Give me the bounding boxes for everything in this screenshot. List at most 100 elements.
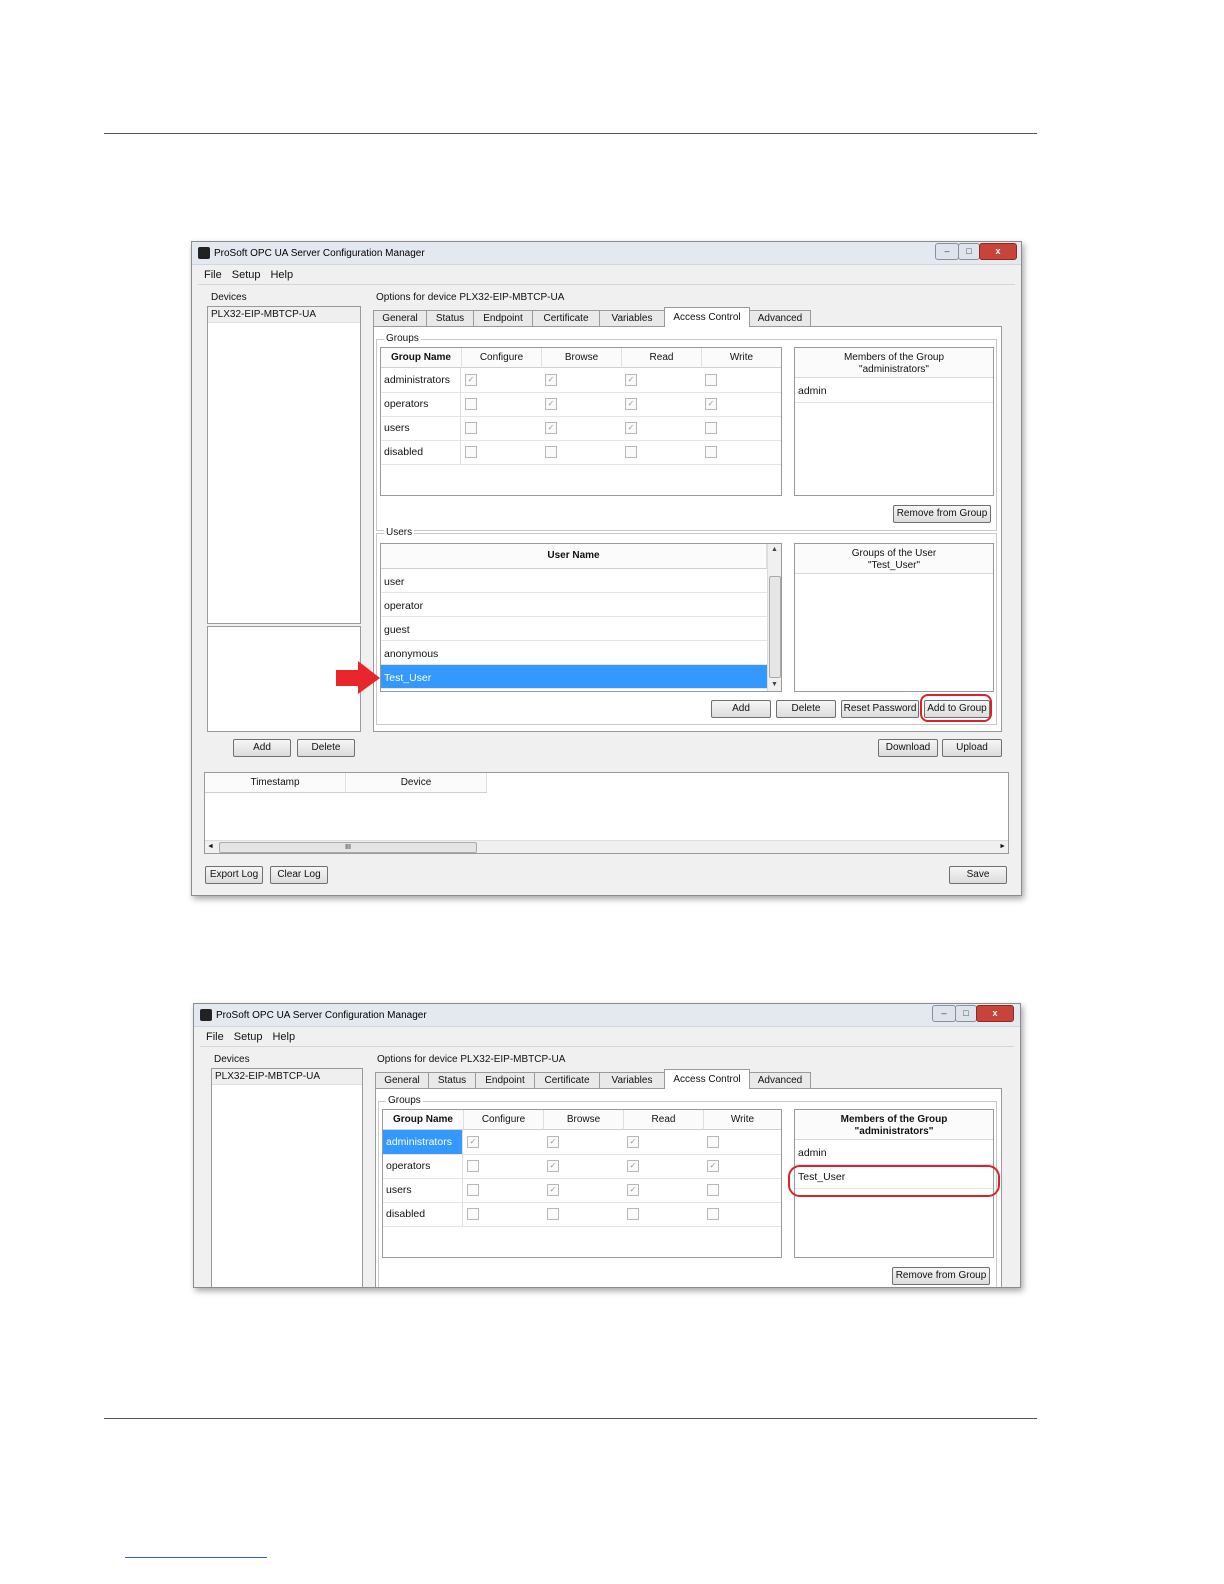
member-item[interactable]: admin	[795, 1141, 993, 1165]
configure-checkbox[interactable]: ✓	[465, 374, 477, 386]
group-name-cell[interactable]: administrators	[383, 1130, 463, 1154]
close-icon[interactable]: x	[979, 243, 1017, 260]
configure-checkbox[interactable]	[467, 1208, 479, 1220]
group-row[interactable]: administrators ✓ ✓ ✓	[381, 368, 781, 393]
close-icon[interactable]: x	[976, 1005, 1014, 1022]
export-log-button[interactable]: Export Log	[205, 866, 263, 884]
col-device[interactable]: Device	[346, 773, 487, 793]
read-checkbox[interactable]	[627, 1208, 639, 1220]
tab-variables[interactable]: Variables	[599, 1072, 665, 1088]
write-checkbox[interactable]: ✓	[707, 1160, 719, 1172]
group-row[interactable]: users ✓ ✓	[381, 416, 781, 441]
tab-status[interactable]: Status	[428, 1072, 476, 1088]
minimize-icon[interactable]: –	[932, 1005, 956, 1022]
tab-endpoint[interactable]: Endpoint	[473, 310, 533, 326]
user-row[interactable]: guest	[381, 617, 767, 641]
col-configure[interactable]: Configure	[462, 348, 542, 368]
tab-access-control[interactable]: Access Control	[664, 307, 750, 327]
device-item[interactable]: PLX32-EIP-MBTCP-UA	[212, 1069, 362, 1085]
configure-checkbox[interactable]	[465, 422, 477, 434]
write-checkbox[interactable]	[707, 1208, 719, 1220]
add-user-button[interactable]: Add	[711, 700, 771, 718]
group-members-list[interactable]: Members of the Group "administrators" adm…	[794, 347, 994, 496]
delete-device-button[interactable]: Delete	[297, 739, 355, 757]
configure-checkbox[interactable]: ✓	[467, 1136, 479, 1148]
user-groups-list[interactable]: Groups of the User "Test_User"	[794, 543, 994, 692]
group-name-cell[interactable]: disabled	[381, 440, 461, 464]
tab-advanced[interactable]: Advanced	[749, 1072, 811, 1088]
write-checkbox[interactable]	[705, 446, 717, 458]
upload-button[interactable]: Upload	[942, 739, 1002, 757]
read-checkbox[interactable]: ✓	[625, 374, 637, 386]
menu-help[interactable]: Help	[272, 1028, 295, 1046]
configure-checkbox[interactable]	[467, 1160, 479, 1172]
tab-variables[interactable]: Variables	[599, 310, 665, 326]
tab-status[interactable]: Status	[426, 310, 474, 326]
col-timestamp[interactable]: Timestamp	[205, 773, 346, 793]
tab-advanced[interactable]: Advanced	[749, 310, 811, 326]
configure-checkbox[interactable]	[465, 398, 477, 410]
browse-checkbox[interactable]: ✓	[547, 1136, 559, 1148]
group-row[interactable]: operators ✓ ✓ ✓	[381, 392, 781, 417]
tab-certificate[interactable]: Certificate	[534, 1072, 600, 1088]
read-checkbox[interactable]: ✓	[625, 422, 637, 434]
clear-log-button[interactable]: Clear Log	[270, 866, 328, 884]
remove-from-group-button[interactable]: Remove from Group	[893, 505, 991, 523]
write-checkbox[interactable]	[707, 1136, 719, 1148]
read-checkbox[interactable]: ✓	[625, 398, 637, 410]
hscroll-thumb[interactable]: III	[219, 842, 477, 853]
tab-certificate[interactable]: Certificate	[532, 310, 600, 326]
minimize-icon[interactable]: –	[935, 243, 959, 260]
group-row[interactable]: operators ✓ ✓ ✓	[383, 1154, 781, 1179]
read-checkbox[interactable]: ✓	[627, 1136, 639, 1148]
group-name-cell[interactable]: users	[383, 1178, 463, 1202]
read-checkbox[interactable]	[625, 446, 637, 458]
browse-checkbox[interactable]	[545, 446, 557, 458]
save-button[interactable]: Save	[949, 866, 1007, 884]
write-checkbox[interactable]: ✓	[705, 398, 717, 410]
maximize-icon[interactable]: □	[955, 1005, 977, 1022]
read-checkbox[interactable]: ✓	[627, 1184, 639, 1196]
scroll-down-icon[interactable]: ▼	[768, 679, 781, 691]
group-name-cell[interactable]: administrators	[381, 368, 461, 392]
tab-general[interactable]: General	[375, 1072, 429, 1088]
col-configure[interactable]: Configure	[464, 1110, 544, 1130]
browse-checkbox[interactable]: ✓	[545, 374, 557, 386]
write-checkbox[interactable]	[707, 1184, 719, 1196]
menu-setup[interactable]: Setup	[234, 1028, 263, 1046]
reset-password-button[interactable]: Reset Password	[841, 700, 919, 718]
configure-checkbox[interactable]	[465, 446, 477, 458]
remove-from-group-button[interactable]: Remove from Group	[892, 1267, 990, 1285]
col-group-name[interactable]: Group Name	[383, 1110, 464, 1130]
browse-checkbox[interactable]: ✓	[545, 398, 557, 410]
device-list[interactable]: PLX32-EIP-MBTCP-UA	[211, 1068, 363, 1287]
col-write[interactable]: Write	[704, 1110, 781, 1130]
group-name-cell[interactable]: users	[381, 416, 461, 440]
browse-checkbox[interactable]: ✓	[545, 422, 557, 434]
user-row[interactable]: operator	[381, 593, 767, 617]
col-read[interactable]: Read	[624, 1110, 704, 1130]
scroll-left-icon[interactable]: ◄	[207, 841, 214, 853]
device-list[interactable]: PLX32-EIP-MBTCP-UA	[207, 306, 361, 624]
read-checkbox[interactable]: ✓	[627, 1160, 639, 1172]
group-name-cell[interactable]: operators	[383, 1154, 463, 1178]
user-row[interactable]: user	[381, 569, 767, 593]
browse-checkbox[interactable]: ✓	[547, 1184, 559, 1196]
member-item[interactable]: admin	[795, 379, 993, 403]
scroll-right-icon[interactable]: ►	[999, 841, 1006, 853]
group-row[interactable]: disabled	[381, 440, 781, 465]
configure-checkbox[interactable]	[467, 1184, 479, 1196]
scroll-up-icon[interactable]: ▲	[768, 544, 781, 556]
menu-file[interactable]: File	[206, 1028, 224, 1046]
device-item[interactable]: PLX32-EIP-MBTCP-UA	[208, 307, 360, 323]
col-write[interactable]: Write	[702, 348, 781, 368]
delete-user-button[interactable]: Delete	[776, 700, 836, 718]
group-row[interactable]: administrators ✓ ✓ ✓	[383, 1130, 781, 1155]
user-row[interactable]: Test_User	[381, 665, 767, 689]
download-button[interactable]: Download	[878, 739, 938, 757]
user-row[interactable]: anonymous	[381, 641, 767, 665]
tab-endpoint[interactable]: Endpoint	[475, 1072, 535, 1088]
scroll-thumb[interactable]	[769, 576, 781, 678]
col-browse[interactable]: Browse	[542, 348, 622, 368]
menu-setup[interactable]: Setup	[232, 266, 261, 284]
